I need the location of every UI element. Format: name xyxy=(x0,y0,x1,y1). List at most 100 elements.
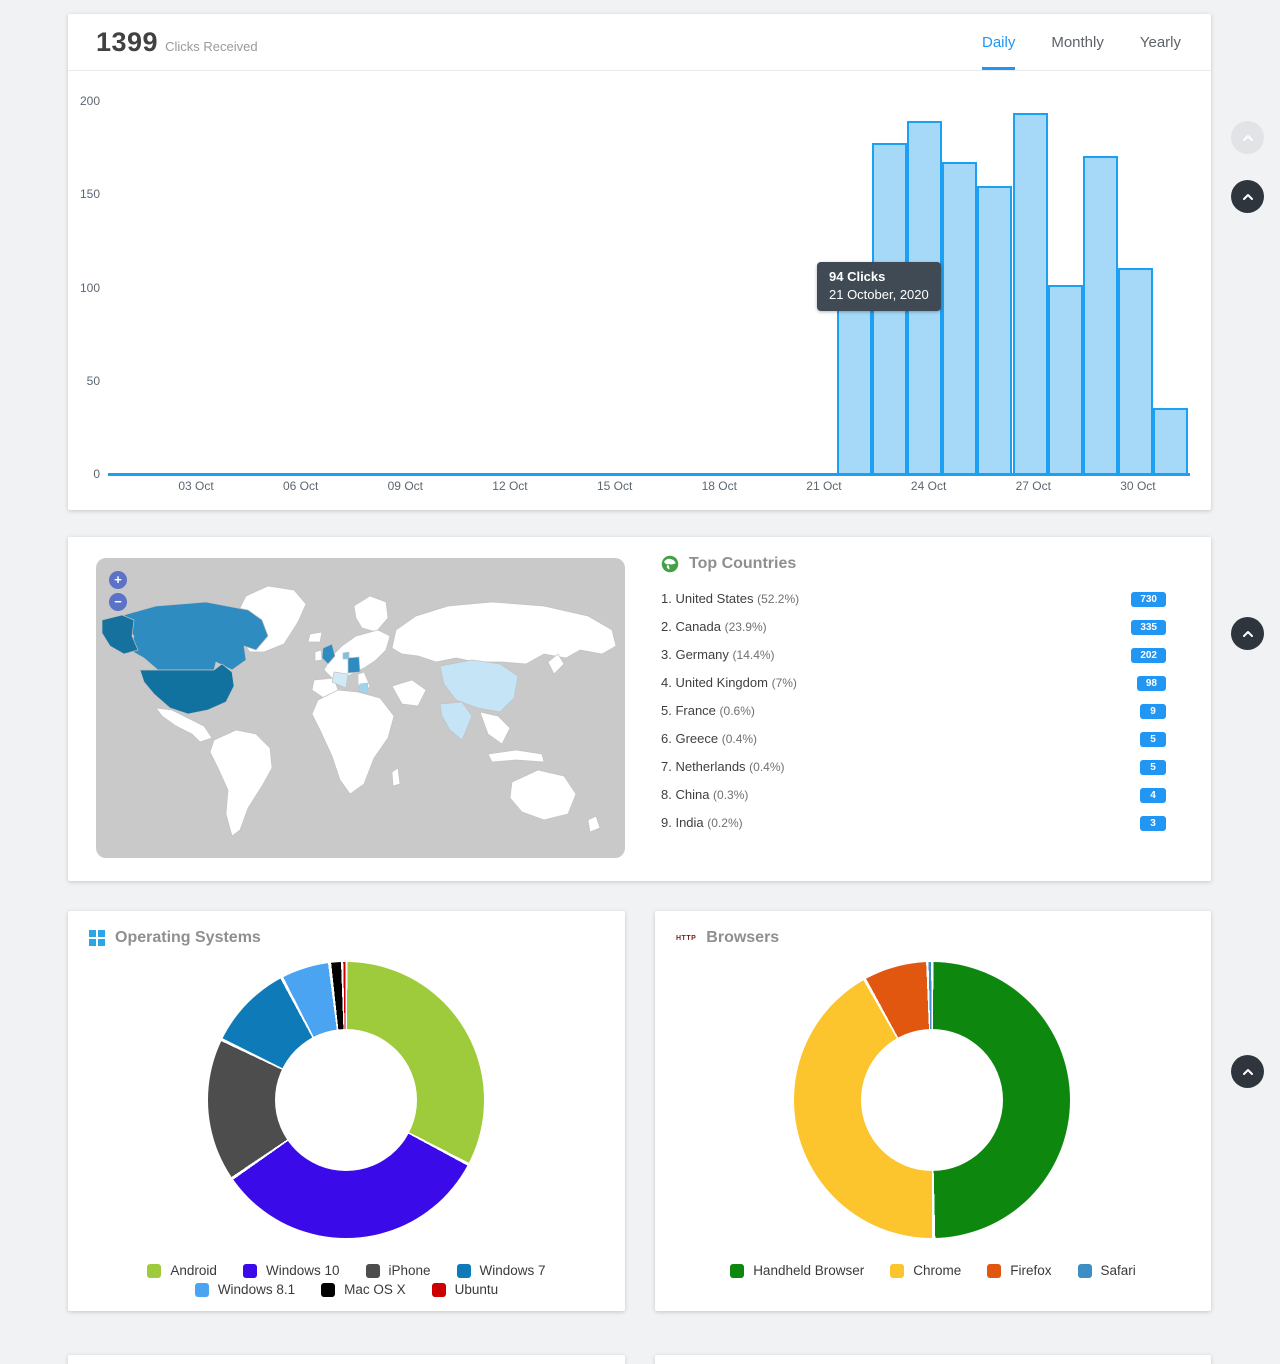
bar-30-oct[interactable] xyxy=(1153,408,1188,475)
top-countries-card: + − Top Countries 1. United States (52.2… xyxy=(68,537,1211,881)
operating-systems-card: Operating Systems AndroidWindows 10iPhon… xyxy=(68,911,625,1311)
legend-swatch xyxy=(195,1283,209,1297)
range-tabs: Daily Monthly Yearly xyxy=(982,14,1181,70)
country-label: 4. United Kingdom (7%) xyxy=(661,674,797,692)
map-se-asia xyxy=(480,712,510,744)
legend-label: Chrome xyxy=(913,1263,961,1278)
scroll-top-button-1[interactable] xyxy=(1231,180,1264,213)
country-row: 5. France (0.6%) 9 xyxy=(661,697,1166,725)
browsers-donut-chart[interactable] xyxy=(794,962,1070,1238)
globe-icon xyxy=(661,555,679,573)
map-zoom-out-button[interactable]: − xyxy=(109,593,127,611)
map-south-america xyxy=(210,730,272,836)
legend-item-iphone: iPhone xyxy=(366,1263,431,1278)
country-count-badge: 9 xyxy=(1140,704,1166,719)
bar-26-oct[interactable] xyxy=(1013,113,1048,475)
bar-24-oct[interactable] xyxy=(942,162,977,475)
country-label: 8. China (0.3%) xyxy=(661,786,748,804)
legend-swatch xyxy=(321,1283,335,1297)
clicks-received-card: 1399 Clicks Received Daily Monthly Yearly… xyxy=(68,14,1211,510)
tab-yearly[interactable]: Yearly xyxy=(1140,14,1181,70)
x-axis-label: 06 Oct xyxy=(283,479,318,493)
map-iceland xyxy=(308,632,322,642)
legend-swatch xyxy=(457,1264,471,1278)
country-label: 9. India (0.2%) xyxy=(661,814,743,832)
world-map[interactable]: + − xyxy=(96,558,625,858)
map-scandinavia xyxy=(354,596,388,632)
map-zoom-in-button[interactable]: + xyxy=(109,571,127,589)
country-label: 1. United States (52.2%) xyxy=(661,590,799,608)
browsers-card: HTTP Browsers Handheld Browser Chrome Fire… xyxy=(655,911,1211,1311)
legend-swatch xyxy=(1078,1264,1092,1278)
scroll-top-button-2[interactable] xyxy=(1231,617,1264,650)
clicks-total: 1399 xyxy=(96,27,158,57)
bar-28-oct[interactable] xyxy=(1083,156,1118,475)
country-percent: (23.9%) xyxy=(725,620,767,634)
scroll-top-button-3[interactable] xyxy=(1231,1055,1264,1088)
legend-swatch xyxy=(432,1283,446,1297)
legend-label: Safari xyxy=(1101,1263,1136,1278)
world-map-svg xyxy=(96,558,625,858)
analytics-dashboard: 1399 Clicks Received Daily Monthly Yearly… xyxy=(0,0,1280,1364)
country-count-badge: 202 xyxy=(1131,648,1166,663)
legend-label: Windows 10 xyxy=(266,1263,340,1278)
country-row: 4. United Kingdom (7%) 98 xyxy=(661,669,1166,697)
country-row: 9. India (0.2%)3 xyxy=(661,809,1166,837)
legend-item-android: Android xyxy=(147,1263,217,1278)
x-axis-label: 09 Oct xyxy=(388,479,423,493)
legend-item-firefox: Firefox xyxy=(987,1263,1051,1278)
tooltip-date: 21 October, 2020 xyxy=(829,286,929,304)
bar-21-oct[interactable] xyxy=(837,300,872,475)
map-ireland xyxy=(315,650,322,661)
country-row: 7. Netherlands (0.4%)5 xyxy=(661,753,1166,781)
x-axis-label: 18 Oct xyxy=(702,479,737,493)
os-donut-chart[interactable] xyxy=(208,962,484,1238)
y-axis-label: 100 xyxy=(68,281,100,295)
map-india xyxy=(440,702,472,740)
os-donut-hole xyxy=(275,1029,417,1171)
x-axis-label: 27 Oct xyxy=(1016,479,1051,493)
legend-swatch xyxy=(987,1264,1001,1278)
legend-label: Handheld Browser xyxy=(753,1263,864,1278)
country-name: 7. Netherlands xyxy=(661,759,749,774)
map-germany xyxy=(348,657,360,673)
country-row: 2. Canada (23.9%)335 xyxy=(661,613,1166,641)
legend-item-windows-7: Windows 7 xyxy=(457,1263,546,1278)
country-row: 8. China (0.3%)4 xyxy=(661,781,1166,809)
chart-tooltip: 94 Clicks 21 October, 2020 xyxy=(817,262,941,311)
legend-label: Android xyxy=(170,1263,217,1278)
country-percent: (0.6%) xyxy=(720,704,755,718)
map-indonesia xyxy=(488,750,544,762)
country-count-badge: 98 xyxy=(1137,676,1166,691)
country-count-badge: 730 xyxy=(1131,592,1166,607)
bar-29-oct[interactable] xyxy=(1118,268,1153,475)
country-name: 5. France xyxy=(661,703,720,718)
legend-label: Mac OS X xyxy=(344,1282,406,1297)
country-row: 3. Germany (14.4%)202 xyxy=(661,641,1166,669)
chevron-up-icon xyxy=(1240,130,1256,146)
country-name: 4. United Kingdom xyxy=(661,675,772,690)
http-icon: HTTP xyxy=(676,935,696,942)
legend-label: Ubuntu xyxy=(455,1282,499,1297)
bar-27-oct[interactable] xyxy=(1048,285,1083,475)
top-countries-title: Top Countries xyxy=(689,555,796,573)
y-axis-label: 200 xyxy=(68,94,100,108)
country-label: 6. Greece (0.4%) xyxy=(661,730,757,748)
y-axis-label: 150 xyxy=(68,187,100,201)
country-percent: (0.2%) xyxy=(707,816,742,830)
windows-icon xyxy=(89,930,105,946)
country-name: 1. United States xyxy=(661,591,757,606)
browsers-title: Browsers xyxy=(706,929,779,947)
legend-swatch xyxy=(366,1264,380,1278)
scroll-top-button-disabled[interactable] xyxy=(1231,121,1264,154)
browsers-donut-hole xyxy=(861,1029,1003,1171)
country-count-badge: 5 xyxy=(1140,760,1166,775)
bar-25-oct[interactable] xyxy=(977,186,1012,475)
tab-monthly[interactable]: Monthly xyxy=(1051,14,1104,70)
map-mexico xyxy=(156,708,212,742)
clicks-subtitle: Clicks Received xyxy=(165,39,257,54)
tab-daily[interactable]: Daily xyxy=(982,14,1015,70)
legend-label: Windows 8.1 xyxy=(218,1282,295,1297)
chevron-up-icon xyxy=(1240,626,1256,642)
partial-card-right xyxy=(655,1355,1211,1364)
